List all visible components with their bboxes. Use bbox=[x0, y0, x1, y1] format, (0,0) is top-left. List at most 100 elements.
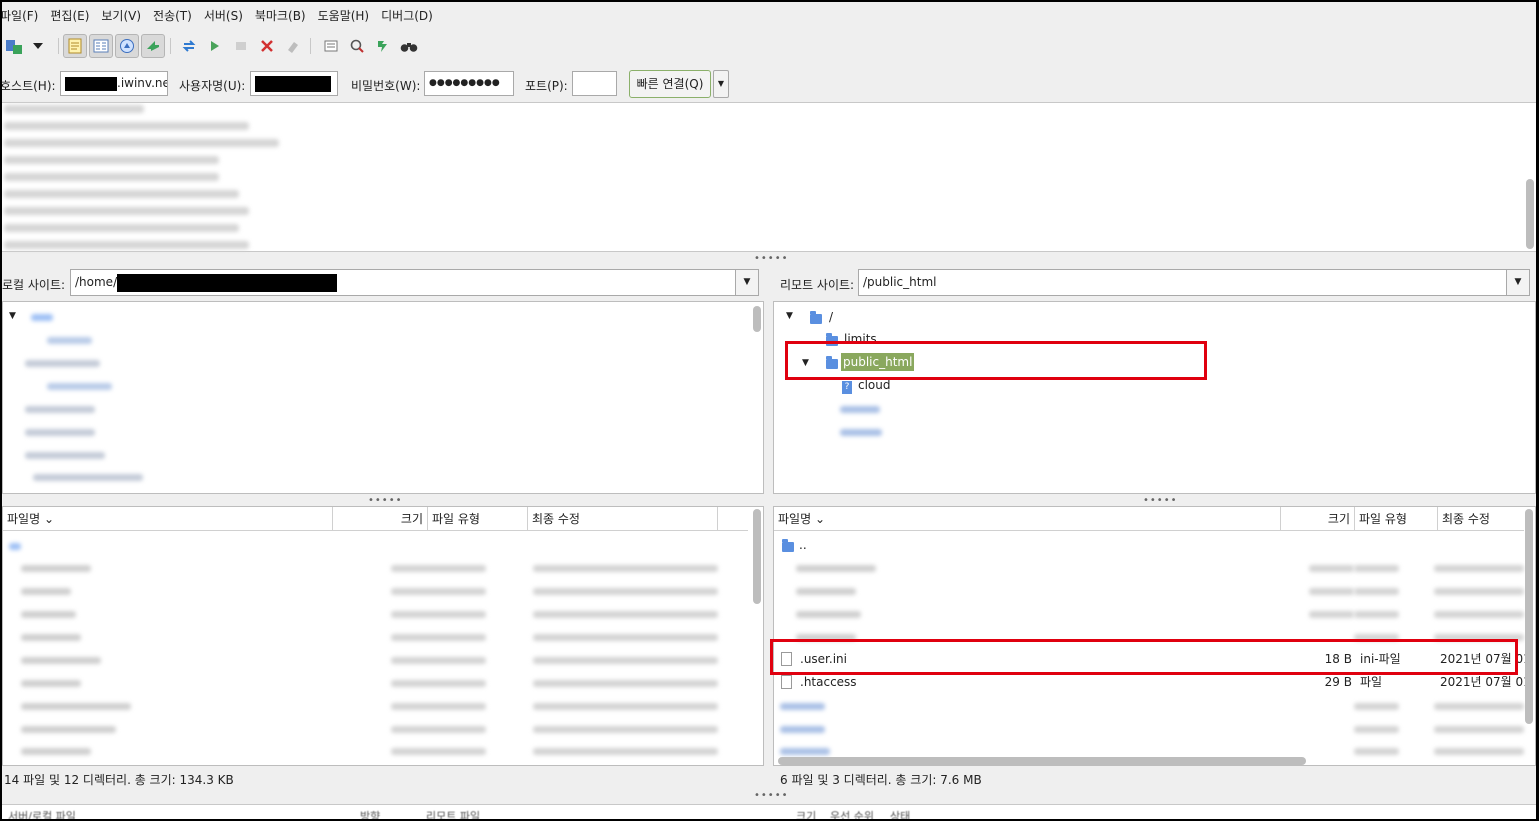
col-type[interactable]: 파일 유형 bbox=[428, 507, 528, 531]
splitter-grip[interactable]: ••••• bbox=[368, 496, 403, 506]
menu-server[interactable]: 서버(S) bbox=[204, 5, 249, 27]
splitter-grip[interactable]: ••••• bbox=[754, 791, 789, 801]
menu-help[interactable]: 도움말(H) bbox=[318, 5, 376, 27]
col-filename[interactable]: 파일명 ⌄ bbox=[774, 507, 1281, 531]
file-meta bbox=[1309, 611, 1354, 618]
file-row[interactable] bbox=[21, 703, 131, 710]
cancel-icon[interactable] bbox=[229, 34, 253, 58]
tree-item[interactable] bbox=[31, 314, 53, 321]
queue-header: 서버/로컬 파일 방향 리모트 파일 크기 우선 순위 상태 bbox=[2, 804, 1536, 819]
file-row[interactable] bbox=[796, 611, 861, 618]
queue-col-status[interactable]: 상태 bbox=[890, 808, 910, 819]
tree-item[interactable] bbox=[25, 406, 95, 413]
password-input[interactable]: ●●●●●●●●● bbox=[424, 71, 514, 96]
host-input[interactable]: .iwinv.net bbox=[60, 71, 168, 96]
file-row[interactable] bbox=[21, 611, 76, 618]
tree-item[interactable] bbox=[47, 337, 92, 344]
log-line bbox=[4, 105, 144, 113]
file-row[interactable] bbox=[21, 657, 101, 664]
message-log[interactable] bbox=[2, 102, 1536, 252]
file-row[interactable] bbox=[796, 588, 856, 595]
file-meta bbox=[1434, 748, 1524, 755]
toolbar-separator bbox=[310, 38, 311, 54]
log-line bbox=[4, 241, 249, 249]
tree-item[interactable] bbox=[47, 383, 112, 390]
file-row[interactable] bbox=[21, 680, 81, 687]
process-queue-icon[interactable] bbox=[203, 34, 227, 58]
local-list-scrollbar[interactable] bbox=[753, 509, 761, 604]
file-row[interactable] bbox=[21, 634, 81, 641]
local-path-combo[interactable]: /home/ bbox=[70, 269, 736, 296]
username-label: 사용자명(U): bbox=[179, 79, 246, 93]
col-filename[interactable]: 파일명 ⌄ bbox=[3, 507, 333, 531]
toggle-local-tree-icon[interactable] bbox=[89, 34, 113, 58]
expand-arrow-icon[interactable]: ▼ bbox=[9, 311, 16, 321]
file-row[interactable] bbox=[796, 565, 876, 572]
menu-view[interactable]: 보기(V) bbox=[101, 5, 147, 27]
table-row-parent[interactable]: .. bbox=[774, 534, 1524, 556]
splitter-grip[interactable]: ••••• bbox=[754, 254, 789, 264]
file-row[interactable] bbox=[21, 726, 116, 733]
toggle-remote-tree-icon[interactable] bbox=[115, 34, 139, 58]
reconnect-icon[interactable] bbox=[281, 34, 305, 58]
port-input[interactable] bbox=[572, 71, 617, 96]
username-input[interactable] bbox=[250, 71, 338, 96]
file-row[interactable] bbox=[21, 748, 91, 755]
queue-col-remote[interactable]: 리모트 파일 bbox=[426, 808, 480, 819]
remote-tree[interactable]: ▼ / limits ▼ public_html ? cloud bbox=[773, 301, 1536, 494]
file-row[interactable] bbox=[780, 703, 825, 710]
toggle-queue-icon[interactable] bbox=[141, 34, 165, 58]
file-row[interactable] bbox=[21, 565, 91, 572]
col-modified[interactable]: 최종 수정 bbox=[528, 507, 718, 531]
tree-item[interactable] bbox=[25, 360, 100, 367]
queue-col-priority[interactable]: 우선 순위 bbox=[830, 808, 874, 819]
file-row[interactable] bbox=[780, 726, 825, 733]
col-size[interactable]: 크기 bbox=[1281, 507, 1355, 531]
tree-item[interactable] bbox=[25, 452, 105, 459]
sync-browse-icon[interactable] bbox=[371, 34, 395, 58]
col-modified[interactable]: 최종 수정 bbox=[1438, 507, 1528, 531]
menu-bookmarks[interactable]: 북마크(B) bbox=[255, 5, 312, 27]
queue-col-direction[interactable]: 방향 bbox=[360, 808, 380, 819]
remote-list-scrollbar[interactable] bbox=[1525, 509, 1533, 724]
refresh-icon[interactable] bbox=[177, 34, 201, 58]
remote-list-hscrollbar[interactable] bbox=[778, 757, 1306, 765]
remote-path-dropdown[interactable]: ▼ bbox=[1506, 269, 1530, 296]
tree-item[interactable] bbox=[25, 429, 95, 436]
col-size[interactable]: 크기 bbox=[333, 507, 428, 531]
quickconnect-dropdown[interactable]: ▼ bbox=[713, 70, 729, 98]
file-meta bbox=[533, 680, 718, 687]
local-path-dropdown[interactable]: ▼ bbox=[735, 269, 759, 296]
local-file-list[interactable]: 파일명 ⌄ 크기 파일 유형 최종 수정 bbox=[2, 506, 764, 766]
log-scrollbar[interactable] bbox=[1526, 179, 1534, 249]
compare-icon[interactable] bbox=[345, 34, 369, 58]
remote-path-combo[interactable]: /public_html bbox=[858, 269, 1508, 296]
site-manager-icon[interactable] bbox=[2, 34, 26, 58]
directory-listing-filter-icon[interactable] bbox=[319, 34, 343, 58]
queue-col-local[interactable]: 서버/로컬 파일 bbox=[8, 808, 76, 819]
col-type[interactable]: 파일 유형 bbox=[1355, 507, 1438, 531]
splitter-grip[interactable]: ••••• bbox=[1143, 496, 1178, 506]
tree-item-cloud[interactable]: cloud bbox=[858, 378, 891, 392]
tree-item[interactable] bbox=[840, 429, 882, 436]
tree-item[interactable] bbox=[840, 406, 880, 413]
file-row[interactable] bbox=[21, 588, 71, 595]
queue-col-size[interactable]: 크기 bbox=[796, 808, 816, 819]
expand-arrow-icon[interactable]: ▼ bbox=[786, 311, 793, 321]
menu-file[interactable]: 파일(F) bbox=[2, 5, 44, 27]
menu-transfer[interactable]: 전송(T) bbox=[153, 5, 198, 27]
dropdown-arrow-icon[interactable] bbox=[26, 34, 50, 58]
disconnect-icon[interactable] bbox=[255, 34, 279, 58]
local-tree[interactable]: ▼ bbox=[2, 301, 764, 494]
tree-item[interactable] bbox=[33, 474, 143, 481]
search-icon[interactable] bbox=[397, 34, 421, 58]
local-tree-scrollbar[interactable] bbox=[753, 306, 761, 332]
file-row[interactable] bbox=[9, 543, 21, 550]
menu-edit[interactable]: 편집(E) bbox=[50, 5, 95, 27]
file-row[interactable] bbox=[780, 748, 830, 755]
menu-debug[interactable]: 디버그(D) bbox=[381, 5, 439, 27]
remote-file-list[interactable]: 파일명 ⌄ 크기 파일 유형 최종 수정 .. .user.ini 18 B i… bbox=[773, 506, 1536, 766]
quickconnect-button[interactable]: 빠른 연결(Q) bbox=[629, 70, 711, 98]
toggle-log-icon[interactable] bbox=[63, 34, 87, 58]
tree-root[interactable]: / bbox=[829, 310, 833, 324]
